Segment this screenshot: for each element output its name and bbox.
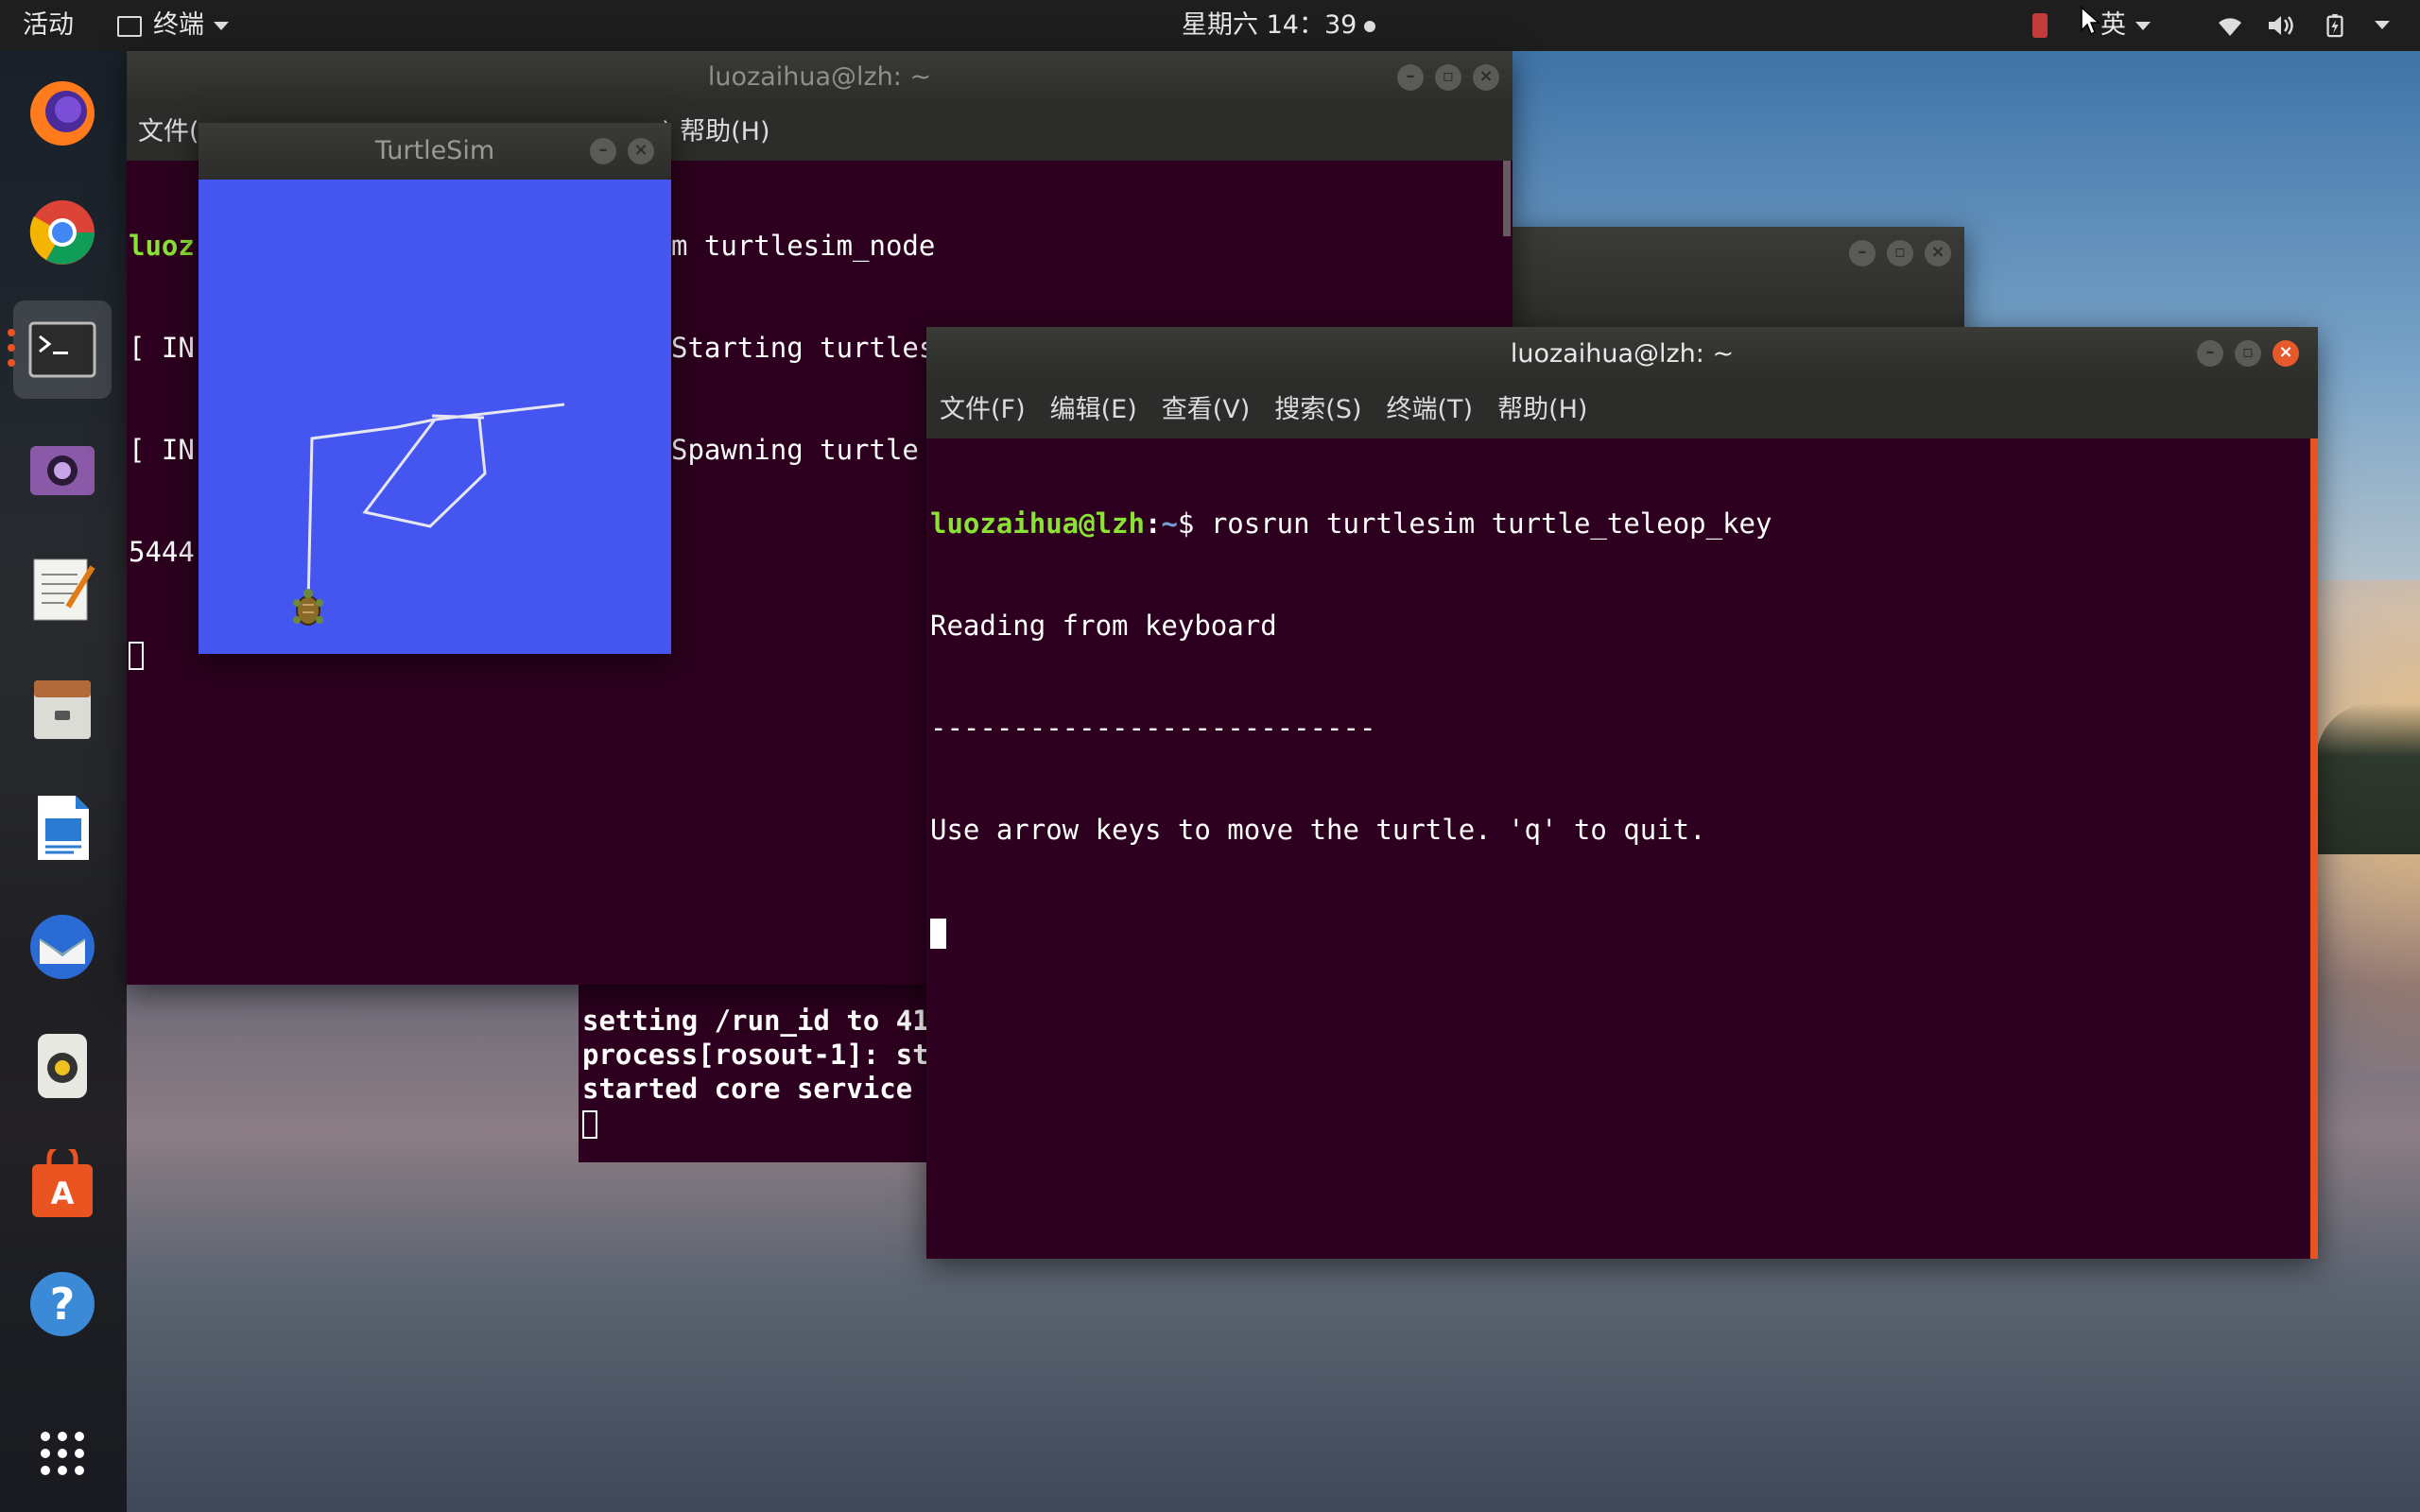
front-terminal-window[interactable]: luozaihua@lzh: ~ – ▫ × 文件(F) 编辑(E) 查看(V) 搜索… — [926, 327, 2318, 1259]
minimize-button[interactable]: – — [1849, 240, 1876, 266]
dock-chrome[interactable] — [13, 183, 112, 282]
input-method-label: 英 — [2100, 10, 2126, 40]
menu-terminal[interactable]: 终端(T) — [1387, 395, 1474, 424]
activities-button[interactable]: 活动 — [23, 0, 74, 51]
window-title: luozaihua@lzh: ~ — [707, 62, 932, 92]
dock-writer[interactable] — [13, 779, 112, 877]
svg-text:?: ? — [50, 1279, 76, 1330]
menu-view[interactable]: 查看(V) — [1162, 395, 1251, 424]
camera-icon — [30, 446, 95, 495]
volume-icon[interactable] — [2267, 13, 2297, 38]
minimize-button[interactable]: – — [1397, 64, 1424, 91]
running-indicator — [8, 329, 15, 336]
dock-text-editor[interactable] — [13, 541, 112, 639]
terminal-line: m turtlesim_node — [671, 230, 936, 262]
menu-help[interactable]: ) 帮助(H) — [662, 104, 770, 161]
terminal-cursor — [582, 1110, 597, 1139]
output-line: Reading from keyboard — [930, 610, 1277, 642]
hidden-terminal-window[interactable]: – ▫ × — [1511, 227, 1964, 340]
chevron-down-icon — [214, 22, 229, 30]
mail-icon — [30, 915, 95, 979]
roscore-terminal-window[interactable]: setting /run_id to 41 process[rosout-1]: … — [579, 973, 957, 1162]
dock-software[interactable]: A — [13, 1136, 112, 1234]
output-line: --------------------------- — [930, 712, 1376, 744]
help-icon: ? — [30, 1272, 95, 1336]
dock-firefox[interactable] — [13, 64, 112, 163]
text-editor-icon — [33, 558, 95, 621]
back-terminal-titlebar[interactable]: luozaihua@lzh: ~ — [127, 51, 1512, 104]
speaker-icon — [38, 1034, 87, 1098]
minimize-button[interactable]: – — [590, 138, 616, 164]
app-menu[interactable]: 终端 — [117, 0, 229, 51]
firefox-icon — [30, 81, 95, 146]
dock-cheese[interactable] — [13, 421, 112, 520]
menu-help[interactable]: 帮助(H) — [1497, 395, 1587, 424]
prompt-user: luozaihua@lzh — [930, 507, 1145, 540]
dock-terminal[interactable] — [8, 301, 112, 399]
front-terminal-titlebar[interactable]: luozaihua@lzh: ~ — [926, 327, 2318, 382]
dock-help[interactable]: ? — [13, 1255, 112, 1353]
terminal-icon — [28, 321, 96, 378]
roscore-line: setting /run_id to 41 — [582, 1005, 929, 1037]
input-method-menu[interactable]: 英 — [2100, 0, 2151, 51]
recording-indicator-icon[interactable] — [2032, 13, 2048, 38]
front-terminal-menubar: 文件(F) 编辑(E) 查看(V) 搜索(S) 终端(T) 帮助(H) — [926, 382, 2318, 438]
minimize-button[interactable]: – — [2197, 340, 2223, 367]
svg-text:A: A — [51, 1176, 75, 1211]
wifi-icon[interactable] — [2216, 13, 2244, 38]
close-button[interactable]: × — [1473, 64, 1499, 91]
file-cabinet-icon — [34, 680, 91, 739]
clock[interactable]: 星期六 14：39 — [1182, 0, 1376, 51]
front-terminal-output[interactable]: luozaihua@lzh:~$ rosrun turtlesim turtle… — [926, 438, 2318, 1259]
menu-file[interactable]: 文件( — [138, 104, 199, 161]
maximize-button[interactable]: ▫ — [1887, 240, 1913, 266]
battery-icon[interactable] — [2325, 13, 2344, 38]
command-line: luozaihua@lzh:~$ rosrun turtlesim turtle… — [930, 507, 1772, 540]
close-button[interactable]: × — [2273, 340, 2299, 367]
terminal-cursor — [129, 642, 144, 670]
clock-label: 星期六 14：39 — [1182, 10, 1357, 40]
window-title: luozaihua@lzh: ~ — [1510, 339, 1735, 369]
app-menu-label: 终端 — [153, 10, 204, 40]
running-indicator — [8, 359, 15, 367]
chevron-down-icon — [2135, 22, 2151, 30]
running-indicator — [8, 344, 15, 352]
menu-file[interactable]: 文件(F) — [940, 395, 1026, 424]
prompt-path: ~ — [1161, 507, 1178, 540]
app-grid-icon — [41, 1432, 84, 1475]
dock-show-apps[interactable] — [13, 1404, 112, 1503]
dock: A ? — [0, 51, 127, 1512]
maximize-button[interactable]: ▫ — [1435, 64, 1461, 91]
terminal-cursor — [930, 919, 946, 949]
dock-thunderbird[interactable] — [13, 898, 112, 996]
system-menu-chevron-icon[interactable] — [2375, 21, 2390, 29]
close-button[interactable]: × — [628, 138, 654, 164]
menu-search[interactable]: 搜索(S) — [1274, 395, 1361, 424]
menu-edit[interactable]: 编辑(E) — [1050, 395, 1137, 424]
top-bar: 活动 终端 星期六 14：39 英 — [0, 0, 2420, 51]
roscore-line: started core service — [582, 1073, 913, 1105]
dock-files[interactable] — [13, 660, 112, 758]
tree-silhouette — [2316, 703, 2420, 854]
scrollbar[interactable] — [2310, 438, 2318, 1259]
dock-rhythmbox[interactable] — [13, 1017, 112, 1115]
close-button[interactable]: × — [1925, 240, 1951, 266]
roscore-line: process[rosout-1]: st — [582, 1039, 929, 1071]
command-text: rosrun turtlesim turtle_teleop_key — [1210, 507, 1772, 540]
roscore-terminal-output: setting /run_id to 41 process[rosout-1]: … — [579, 973, 957, 1162]
terminal-small-icon — [117, 15, 142, 37]
document-icon — [38, 796, 89, 860]
mouse-pointer-icon — [2081, 6, 2100, 36]
output-line: Use arrow keys to move the turtle. 'q' t… — [930, 814, 1706, 846]
software-center-icon: A — [32, 1149, 93, 1217]
maximize-button[interactable]: ▫ — [2235, 340, 2261, 367]
turtlesim-window[interactable]: TurtleSim – × — [199, 123, 671, 654]
notification-dot-icon — [1364, 20, 1376, 32]
scrollbar-thumb[interactable] — [1503, 161, 1511, 236]
window-title: TurtleSim — [374, 136, 495, 165]
chrome-icon — [29, 200, 95, 265]
turtlesim-canvas — [199, 180, 671, 654]
